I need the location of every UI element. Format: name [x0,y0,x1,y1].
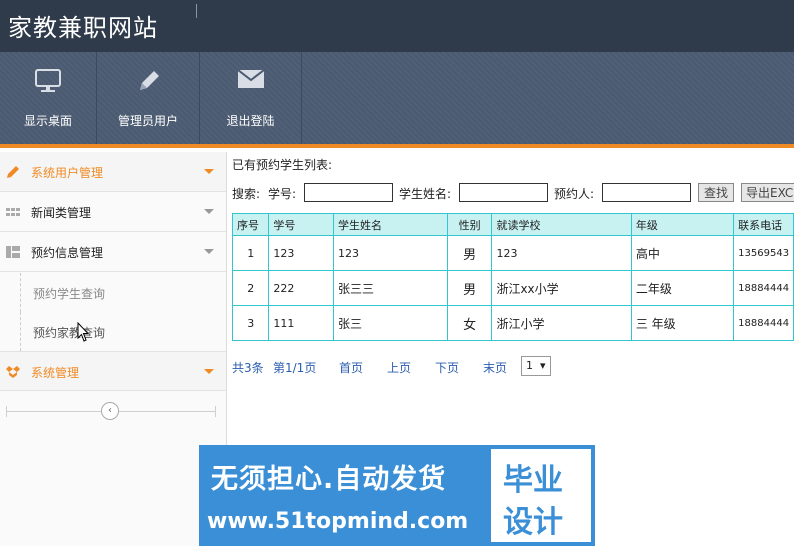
student-name-input[interactable] [459,183,548,202]
submenu-booked-students[interactable]: 预约学生查询 [20,273,226,312]
table-cell: 123 [268,235,334,271]
watermark-url: www.51topmind.com [207,509,469,534]
table-cell: 2 [231,270,270,306]
booker-input[interactable] [602,183,691,202]
admin-user-label: 管理员用户 [117,114,178,128]
table-cell: 张三三 [332,270,448,306]
last-page-link[interactable]: 末页 [483,359,507,376]
menu-label: 新闻类管理 [31,206,92,220]
search-label: 搜索: [232,187,261,201]
watermark-box-line2: 设计 [503,505,563,540]
col-header: 学生姓名 [332,213,448,236]
page-select-value: 1 [526,359,533,372]
table-header-row: 序号 学号 学生姓名 性别 就读学校 年级 联系电话 [231,213,794,236]
collapse-sidebar-button[interactable]: ‹ [101,402,119,420]
watermark-slogan: 无须担心.自动发货 [211,464,447,495]
show-desktop-button[interactable]: 显示桌面 [0,52,97,144]
table-cell: 三 年级 [630,305,735,341]
submenu-label: 预约家教查询 [33,326,106,340]
envelope-icon [236,68,266,93]
table-cell: 123 [332,235,448,271]
prev-page-link[interactable]: 上页 [387,359,411,376]
export-excel-button[interactable]: 导出EXCEL [741,183,794,202]
student-name-label: 学生姓名: [399,187,452,201]
table-cell: 浙江xx小学 [491,270,632,306]
table-row: 1 123 123 男 123 高中 13569543 [231,235,794,271]
table-cell: 1 [231,235,270,271]
table-cell: 高中 [630,235,735,271]
site-title: 家教兼职网站 [8,14,158,42]
student-id-label: 学号: [268,187,297,201]
toolbar-accent-line [0,144,794,148]
monitor-icon [34,68,62,97]
submenu-label: 预约学生查询 [33,287,106,301]
app-header: 家教兼职网站 [0,0,794,52]
chevron-down-icon [204,169,214,174]
table-cell: 18884444 [733,270,794,306]
chevron-down-icon [204,369,214,374]
table-cell: 女 [446,305,493,341]
col-header: 年级 [630,213,735,236]
first-page-link[interactable]: 首页 [339,359,363,376]
menu-label: 预约信息管理 [31,246,104,260]
pencil-icon [6,165,20,179]
col-header: 就读学校 [491,213,632,236]
menu-system-manage[interactable]: 系统管理 [0,351,226,391]
col-header: 联系电话 [733,213,794,236]
logout-label: 退出登陆 [226,114,275,128]
page-indicator: 第1/1页 [273,361,317,375]
student-id-input[interactable] [304,183,393,202]
col-header: 学号 [268,213,334,236]
menu-system-users[interactable]: 系统用户管理 [0,152,226,192]
col-header: 序号 [231,213,270,236]
sidebar-collapse-bar: ‹ [6,402,216,420]
pencil-icon [134,68,162,99]
next-page-link[interactable]: 下页 [435,359,459,376]
watermark-banner: 无须担心.自动发货 www.51topmind.com 毕业 设计 [199,445,595,546]
sidebar: 系统用户管理 新闻类管理 预约信息管理 预约学生查询 预约家教查询 系统管理 ‹ [0,152,227,546]
table-cell: 男 [446,270,493,306]
menu-news-category[interactable]: 新闻类管理 [0,192,226,232]
booking-table: 序号 学号 学生姓名 性别 就读学校 年级 联系电话 1 123 123 男 1… [231,213,794,341]
total-count: 共3条 [232,361,264,375]
watermark-box: 毕业 设计 [491,449,591,542]
table-cell: 3 [231,305,270,341]
mouse-cursor-icon [77,321,90,345]
watermark-box-line1: 毕业 [503,463,563,498]
page-select[interactable]: 1 ▾ [521,356,551,376]
grid-icon [6,205,20,219]
dropbox-icon [6,365,20,379]
table-cell: 二年级 [630,270,735,306]
top-toolbar: 显示桌面 管理员用户 退出登陆 [0,52,794,148]
submenu-booked-tutors[interactable]: 预约家教查询 [20,312,226,351]
table-row: 3 111 张三 女 浙江小学 三 年级 18884444 [231,305,794,341]
chevron-down-icon [204,209,214,214]
find-button[interactable]: 查找 [698,183,734,202]
table-cell: 222 [268,270,334,306]
col-header: 性别 [446,213,493,236]
header-divider [196,4,197,18]
table-cell: 111 [268,305,334,341]
admin-user-button[interactable]: 管理员用户 [97,52,200,144]
table-cell: 张三 [332,305,448,341]
logout-button[interactable]: 退出登陆 [200,52,302,144]
table-cell: 13569543 [733,235,794,271]
table-cell: 123 [491,235,632,271]
table-cell: 男 [446,235,493,271]
table-row: 2 222 张三三 男 浙江xx小学 二年级 18884444 [231,270,794,306]
menu-label: 系统管理 [31,366,80,380]
booker-label: 预约人: [554,187,595,201]
list-title: 已有预约学生列表: [232,158,333,172]
layout-icon [6,245,20,259]
menu-booking-info[interactable]: 预约信息管理 [0,232,226,272]
table-cell: 18884444 [733,305,794,341]
show-desktop-label: 显示桌面 [23,114,72,128]
menu-label: 系统用户管理 [31,166,104,180]
chevron-down-icon [204,249,214,254]
table-cell: 浙江小学 [491,305,632,341]
chevron-down-icon: ▾ [540,359,546,372]
